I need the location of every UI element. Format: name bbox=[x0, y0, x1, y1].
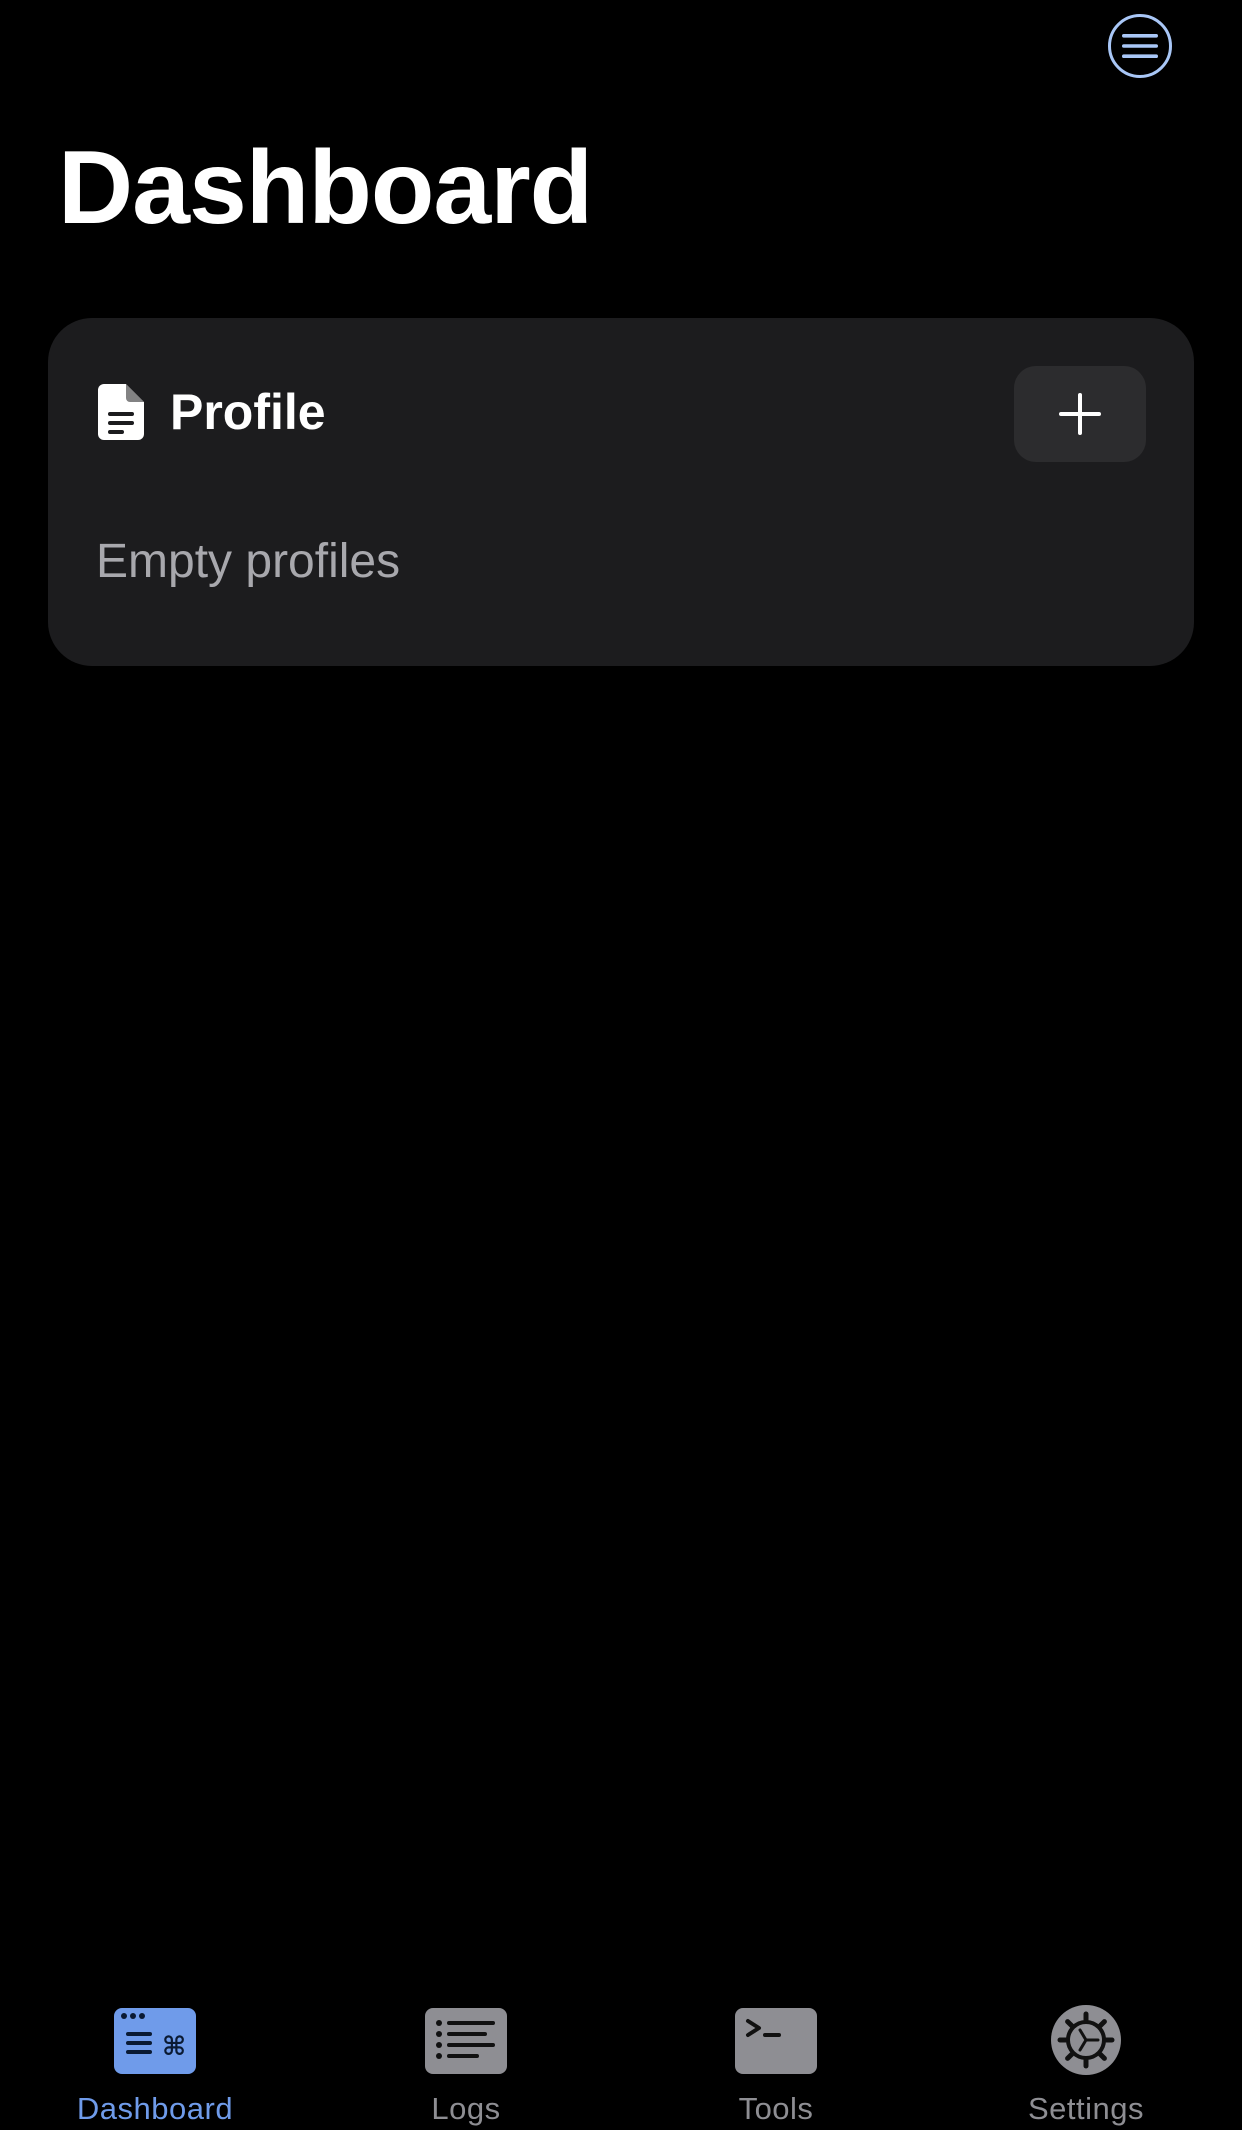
terminal-icon bbox=[735, 2008, 817, 2074]
profile-card: Profile Empty profiles bbox=[48, 318, 1194, 666]
svg-text:⌘: ⌘ bbox=[162, 2032, 186, 2062]
empty-profiles-text: Empty profiles bbox=[96, 535, 401, 588]
gear-icon bbox=[1051, 2005, 1121, 2075]
dashboard-icon: ⌘ bbox=[114, 2008, 196, 2074]
tab-tools[interactable]: Tools bbox=[656, 1990, 896, 2130]
profile-header: Profile bbox=[98, 380, 326, 444]
tab-logs[interactable]: Logs bbox=[346, 1990, 586, 2130]
tab-label-tools: Tools bbox=[738, 2091, 814, 2126]
hamburger-menu-icon bbox=[1122, 34, 1158, 58]
tab-label-dashboard: Dashboard bbox=[76, 2091, 234, 2126]
plus-icon bbox=[1059, 393, 1101, 435]
tab-bar: ⌘ Dashboard Logs Tools Settings bbox=[0, 1990, 1242, 2130]
page-title: Dashboard bbox=[58, 130, 593, 246]
tab-label-logs: Logs bbox=[431, 2091, 501, 2126]
tab-settings[interactable]: Settings bbox=[966, 1990, 1206, 2130]
tab-label-settings: Settings bbox=[1027, 2091, 1144, 2126]
add-profile-button[interactable] bbox=[1014, 366, 1146, 462]
list-icon bbox=[425, 2008, 507, 2074]
document-icon bbox=[98, 384, 144, 440]
menu-button[interactable] bbox=[1108, 14, 1172, 78]
tab-dashboard[interactable]: ⌘ Dashboard bbox=[35, 1990, 275, 2130]
profile-title: Profile bbox=[170, 384, 326, 440]
